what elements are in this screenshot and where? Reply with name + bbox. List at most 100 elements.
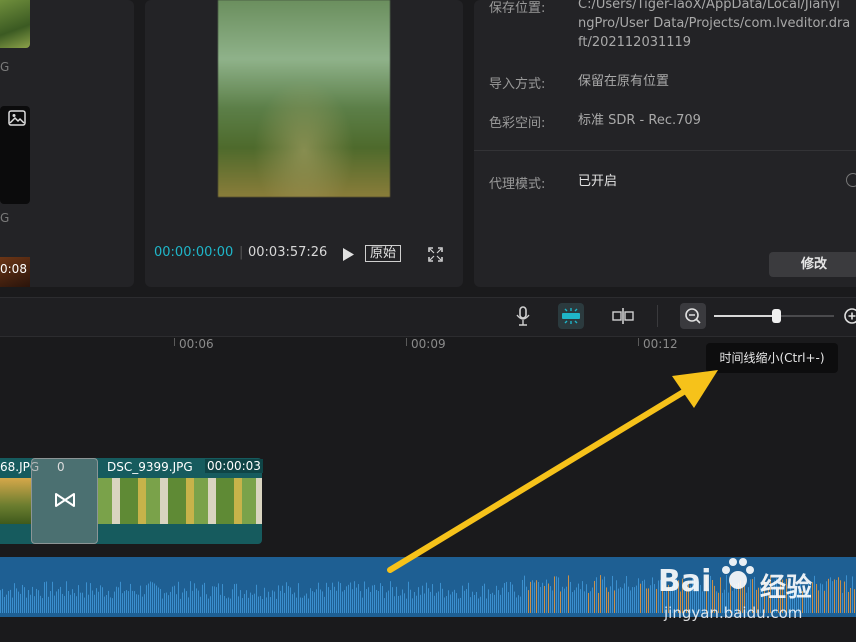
waveform-bar (644, 579, 645, 613)
waveform-bar (422, 585, 423, 613)
zoom-out-tooltip: 时间线缩小(Ctrl+-) (706, 343, 838, 373)
video-preview[interactable] (218, 0, 390, 197)
waveform-bar (524, 575, 525, 613)
waveform-bar (484, 583, 485, 613)
waveform-bar (310, 588, 311, 613)
zoom-slider-handle[interactable] (772, 309, 782, 323)
help-icon[interactable] (846, 173, 856, 187)
waveform-bar (140, 585, 141, 613)
waveform-bar (592, 587, 593, 613)
waveform-bar (500, 594, 501, 613)
waveform-bar (630, 590, 631, 613)
waveform-bar (46, 581, 47, 613)
media-thumbnail[interactable]: 0:08 (0, 257, 30, 287)
waveform-bar (148, 583, 149, 613)
media-thumbnail[interactable] (0, 0, 30, 48)
waveform-bar (136, 594, 137, 613)
waveform-bar (394, 596, 395, 613)
waveform-bar (552, 590, 553, 613)
waveform-bar (38, 590, 39, 613)
waveform-bar (510, 581, 511, 613)
zoom-slider[interactable] (714, 309, 834, 323)
waveform-bar (230, 598, 231, 613)
waveform-bar (164, 593, 165, 613)
waveform-bar (654, 584, 655, 613)
waveform-bar (146, 585, 147, 613)
waveform-bar (370, 591, 371, 613)
waveform-bar (568, 575, 569, 613)
waveform-bar (90, 583, 91, 613)
waveform-bar (144, 594, 145, 613)
waveform-bar (646, 588, 647, 613)
waveform-bar (286, 582, 287, 613)
waveform-bar (244, 593, 245, 613)
waveform-bar (98, 591, 99, 613)
divider (474, 150, 856, 151)
waveform-bar (276, 598, 277, 613)
waveform-bar (242, 598, 243, 613)
waveform-bar (602, 579, 603, 613)
waveform-bar (538, 582, 539, 613)
waveform-bar (492, 592, 493, 613)
toolbar-divider (657, 305, 658, 327)
waveform-bar (364, 581, 365, 613)
waveform-bar (180, 598, 181, 613)
fullscreen-icon[interactable] (428, 247, 443, 262)
waveform-bar (312, 591, 313, 613)
waveform-bar (638, 578, 639, 613)
waveform-bar (282, 585, 283, 613)
waveform-bar (614, 590, 615, 613)
waveform-bar (82, 592, 83, 613)
split-button[interactable] (610, 303, 636, 329)
waveform-bar (84, 597, 85, 613)
waveform-bar (160, 589, 161, 613)
waveform-bar (314, 592, 315, 613)
waveform-bar (358, 584, 359, 613)
waveform-bar (412, 598, 413, 613)
waveform-bar (350, 582, 351, 613)
waveform-bar (522, 579, 523, 613)
original-ratio-button[interactable]: 原始 (365, 245, 402, 262)
zoom-slider-fill (714, 315, 777, 317)
waveform-bar (16, 588, 17, 613)
waveform-bar (202, 584, 203, 613)
media-thumbnail[interactable] (0, 106, 30, 204)
waveform-bar (298, 583, 299, 613)
waveform-bar (354, 581, 355, 613)
waveform-bar (78, 585, 79, 613)
waveform-bar (166, 592, 167, 613)
waveform-bar (402, 589, 403, 613)
waveform-bar (546, 579, 547, 613)
waveform-bar (460, 597, 461, 613)
waveform-bar (386, 592, 387, 613)
waveform-bar (496, 585, 497, 613)
waveform-bar (348, 584, 349, 613)
waveform-bar (340, 583, 341, 613)
split-icon (612, 308, 634, 324)
waveform-bar (430, 591, 431, 613)
waveform-bar (174, 585, 175, 613)
waveform-bar (220, 594, 221, 613)
modify-button[interactable]: 修改 (769, 252, 856, 277)
waveform-bar (328, 587, 329, 613)
transition-block[interactable]: 0 (31, 458, 98, 544)
waveform-bar (516, 597, 517, 613)
waveform-bar (150, 581, 151, 613)
waveform-bar (304, 595, 305, 613)
waveform-bar (222, 584, 223, 613)
waveform-bar (342, 591, 343, 613)
waveform-bar (410, 589, 411, 613)
waveform-bar (436, 592, 437, 613)
record-audio-button[interactable] (510, 303, 536, 329)
waveform-bar (494, 594, 495, 613)
waveform-bar (120, 581, 121, 613)
zoom-out-button[interactable] (680, 303, 706, 329)
auto-snap-button[interactable] (558, 303, 584, 329)
waveform-bar (162, 598, 163, 613)
waveform-bar (72, 589, 73, 613)
waveform-bar (74, 593, 75, 613)
waveform-bar (474, 594, 475, 613)
waveform-bar (384, 598, 385, 613)
play-icon[interactable] (341, 247, 355, 262)
zoom-in-icon[interactable] (843, 307, 856, 325)
